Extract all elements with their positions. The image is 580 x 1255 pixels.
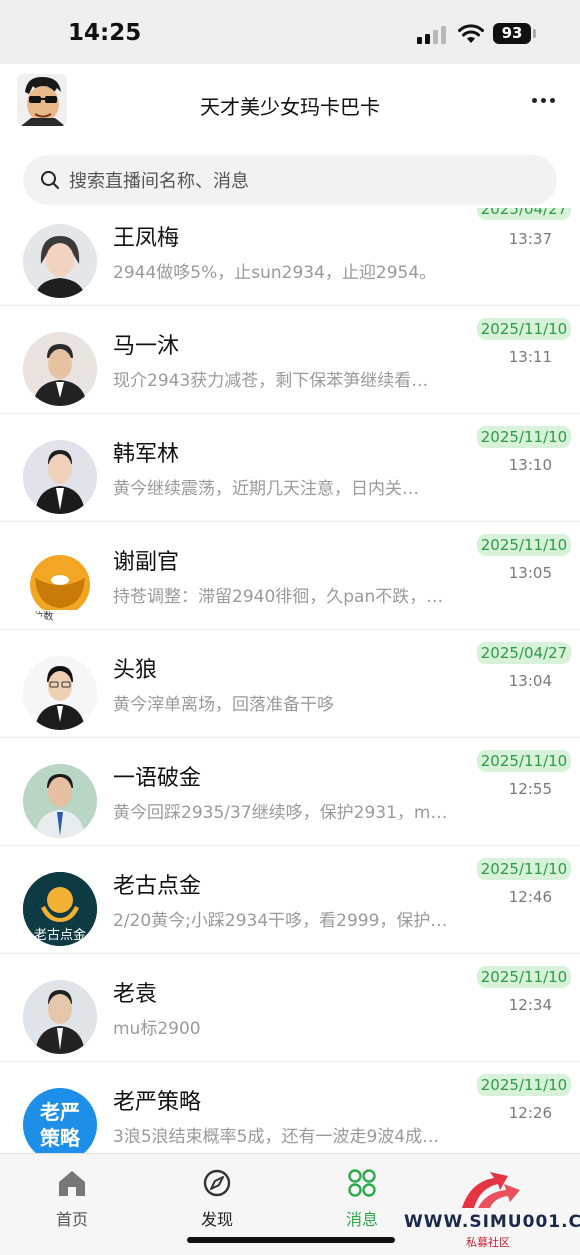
chat-last-message: 2/20黄今;小踩2934干哆，看2999，保护…	[113, 911, 448, 931]
more-options-button[interactable]	[526, 88, 560, 112]
chat-last-message: mu标2900	[113, 1019, 201, 1039]
chat-last-message: 持苍调整：滞留2940徘徊，久pan不跌，…	[113, 587, 444, 607]
tab-discover[interactable]: 发现	[177, 1168, 257, 1230]
avatar	[23, 224, 97, 298]
chat-last-message: 现介2943获力减苍，剩下保苯笋继续看…	[113, 371, 429, 391]
avatar: 老古点金	[23, 872, 97, 946]
chat-row[interactable]: 一语破金 黄今回踩2935/37继续哆，保护2931，m… 2025/11/10…	[0, 738, 580, 846]
chat-name: 王凤梅	[113, 226, 180, 251]
avatar	[23, 332, 97, 406]
chat-time: 12:55	[508, 780, 552, 798]
chat-time: 13:04	[508, 672, 552, 690]
avatar	[23, 980, 97, 1054]
chat-list: 王凤梅 2944做哆5%，止sun2934，止迎2954。 2025/04/27…	[0, 208, 580, 1153]
avatar	[23, 656, 97, 730]
status-bar: 14:25 93	[0, 0, 580, 64]
tab-messages[interactable]: 消息	[322, 1168, 402, 1230]
chat-name: 谢副官	[113, 550, 180, 575]
chat-row[interactable]: 韩军林 黄今继续震荡，近期几天注意，日内关… 2025/11/10 13:10	[0, 414, 580, 522]
watermark-text: WWW.SIMU001.CN	[404, 1212, 580, 1232]
home-indicator	[187, 1237, 395, 1243]
search-icon	[41, 171, 59, 189]
chat-time: 12:46	[508, 888, 552, 906]
chat-name: 老古点金	[113, 874, 202, 899]
chat-time: 12:34	[508, 996, 552, 1014]
watermark-subtext: 私募社区	[466, 1236, 510, 1249]
date-badge: 2025/11/10	[477, 1074, 571, 1096]
chat-last-message: 黄今滓单离场，回落准备干哆	[113, 695, 334, 715]
chat-row[interactable]: 老古点金 老古点金 2/20黄今;小踩2934干哆，看2999，保护… 2025…	[0, 846, 580, 954]
app-header: 天才美少女玛卡巴卡	[0, 64, 580, 140]
chat-name: 一语破金	[113, 766, 202, 791]
battery-indicator: 93	[493, 23, 531, 44]
avatar: 老严策略	[23, 1088, 97, 1153]
date-badge: 2025/11/10	[477, 426, 571, 448]
chat-last-message: 3浪5浪结束概率5成，还有一波走9波4成…	[113, 1127, 440, 1147]
tab-home[interactable]: 首页	[32, 1168, 112, 1230]
wifi-icon	[458, 24, 484, 43]
chat-time: 12:26	[508, 1104, 552, 1122]
chat-name: 头狼	[113, 658, 158, 683]
date-badge: 2025/11/10	[477, 534, 571, 556]
chat-row[interactable]: 老袁 mu标2900 2025/11/10 12:34	[0, 954, 580, 1062]
chat-row[interactable]: 马一沐 现介2943获力减苍，剩下保苯笋继续看… 2025/11/10 13:1…	[0, 306, 580, 414]
date-badge: 2025/11/10	[477, 750, 571, 772]
svg-text:S位数: S位数	[27, 610, 53, 622]
avatar	[23, 764, 97, 838]
chat-time: 13:37	[508, 230, 552, 248]
chat-row[interactable]: 王凤梅 2944做哆5%，止sun2934，止迎2954。 2025/04/27…	[0, 208, 580, 306]
chat-time: 13:05	[508, 564, 552, 582]
tab-label: 首页	[55, 1210, 88, 1229]
chat-last-message: 黄今继续震荡，近期几天注意，日内关…	[113, 479, 419, 499]
date-badge: 2025/11/10	[477, 858, 571, 880]
chat-name: 韩军林	[113, 442, 180, 467]
status-time: 14:25	[68, 20, 142, 46]
avatar-label: 老严策略	[40, 1100, 80, 1150]
chat-row[interactable]: 头狼 黄今滓单离场，回落准备干哆 2025/04/27 13:04	[0, 630, 580, 738]
tab-label: 发现	[200, 1210, 233, 1229]
chat-last-message: 黄今回踩2935/37继续哆，保护2931，m…	[113, 803, 448, 823]
watermark-logo-icon	[462, 1172, 520, 1208]
chat-name: 老严策略	[113, 1090, 202, 1115]
chat-name: 马一沐	[113, 334, 180, 359]
dot-icon	[549, 97, 555, 103]
chat-room-title: 天才美少女玛卡巴卡	[200, 95, 380, 119]
battery-tip	[533, 29, 536, 38]
search-input[interactable]: 搜索直播间名称、消息	[23, 155, 557, 205]
chat-last-message: 2944做哆5%，止sun2934，止迎2954。	[113, 263, 437, 283]
chat-row[interactable]: 老严策略 老严策略 3浪5浪结束概率5成，还有一波走9波4成… 2025/11/…	[0, 1062, 580, 1153]
avatar	[23, 440, 97, 514]
avatar: S位数	[23, 548, 97, 622]
date-badge: 2025/04/27	[477, 208, 571, 220]
search-placeholder: 搜索直播间名称、消息	[69, 171, 249, 192]
message-icon	[348, 1169, 376, 1197]
date-badge: 2025/11/10	[477, 966, 571, 988]
chat-name: 老袁	[113, 982, 158, 1007]
chat-time: 13:10	[508, 456, 552, 474]
dot-icon	[531, 97, 537, 103]
date-badge: 2025/04/27	[477, 642, 571, 664]
compass-icon	[203, 1169, 231, 1197]
dot-icon	[540, 97, 546, 103]
chat-row[interactable]: S位数 谢副官 持苍调整：滞留2940徘徊，久pan不跌，… 2025/11/1…	[0, 522, 580, 630]
tab-label: 消息	[345, 1210, 378, 1229]
avatar-label: 老古点金	[33, 928, 86, 943]
chat-time: 13:11	[508, 348, 552, 366]
watermark: WWW.SIMU001.CN 私募社区	[404, 1168, 580, 1249]
date-badge: 2025/11/10	[477, 318, 571, 340]
home-icon	[59, 1171, 85, 1196]
cellular-signal-icon	[417, 26, 446, 44]
